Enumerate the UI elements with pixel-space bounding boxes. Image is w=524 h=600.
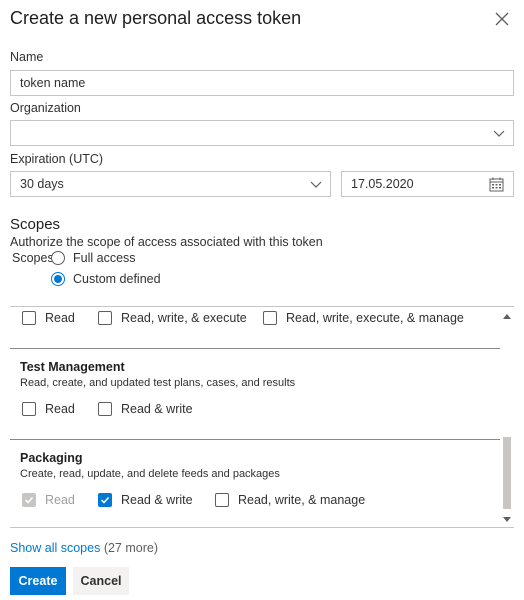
checkbox-test-management-read-write[interactable]: Read & write [98,402,193,416]
radio-full-access[interactable]: Full access [51,251,136,265]
scopes-heading: Scopes [10,216,61,233]
dialog-title: Create a new personal access token [10,8,302,28]
checkbox-packaging-read: Read [22,493,75,507]
create-button[interactable]: Create [10,567,66,595]
section-divider [10,348,500,349]
radio-custom-defined-circle[interactable] [51,272,65,286]
checkbox-box[interactable] [263,311,277,325]
checkbox-box-checked[interactable] [98,493,112,507]
checkmark-icon [100,496,110,504]
scopes-radio-label: Scopes [12,251,54,265]
section-title-test-management: Test Management [20,360,125,374]
section-title-packaging: Packaging [20,451,83,465]
show-all-scopes-link[interactable]: Show all scopes (27 more) [10,541,158,555]
checkbox-section0-read-write-execute-manage[interactable]: Read, write, execute, & manage [263,311,464,325]
checkbox-box-disabled [22,493,36,507]
radio-custom-defined-label: Custom defined [73,272,161,286]
checkbox-section0-read[interactable]: Read [22,311,75,325]
organization-dropdown[interactable] [10,120,514,146]
checkbox-label: Read [45,402,75,416]
name-input-value: token name [20,76,86,90]
radio-full-access-circle[interactable] [51,251,65,265]
scopes-description: Authorize the scope of access associated… [10,235,323,249]
chevron-down-icon [493,130,505,137]
checkbox-packaging-read-write[interactable]: Read & write [98,493,193,507]
name-label: Name [10,50,44,64]
scrollbar[interactable] [500,307,514,527]
scroll-up-arrow-icon[interactable] [503,313,511,319]
checkbox-label: Read & write [121,493,193,507]
expiration-preset-dropdown[interactable]: 30 days [10,171,331,197]
checkbox-label: Read, write, & manage [238,493,366,507]
radio-full-access-label: Full access [73,251,136,265]
expiration-date-picker[interactable]: 17.05.2020 [341,171,514,197]
section-description-packaging: Create, read, update, and delete feeds a… [20,468,280,480]
scroll-down-arrow-icon[interactable] [503,517,511,523]
show-all-scopes-text[interactable]: Show all scopes [10,541,100,555]
section-divider [10,439,500,440]
expiration-preset-value: 30 days [20,177,64,191]
checkbox-test-management-read[interactable]: Read [22,402,75,416]
checkbox-box[interactable] [22,402,36,416]
radio-custom-defined[interactable]: Custom defined [51,272,161,286]
checkmark-icon [24,496,34,504]
checkbox-label: Read [45,311,75,325]
checkbox-box[interactable] [215,493,229,507]
expiration-date-value: 17.05.2020 [351,177,414,191]
chevron-down-icon [310,181,322,188]
checkbox-box[interactable] [98,402,112,416]
name-input[interactable]: token name [10,70,514,96]
checkbox-label: Read, write, execute, & manage [286,311,464,325]
calendar-icon[interactable] [489,177,504,192]
checkbox-label: Read [45,493,75,507]
close-button[interactable] [492,9,512,29]
show-all-scopes-count: (27 more) [103,541,158,555]
checkbox-box[interactable] [98,311,112,325]
checkbox-packaging-read-write-manage[interactable]: Read, write, & manage [215,493,365,507]
scopes-list-panel[interactable]: Read Read, write, & execute Read, write,… [10,306,514,528]
checkbox-label: Read & write [121,402,193,416]
organization-label: Organization [10,101,81,115]
cancel-button[interactable]: Cancel [73,567,129,595]
checkbox-box[interactable] [22,311,36,325]
scrollbar-thumb[interactable] [503,437,511,509]
section-description-test-management: Read, create, and updated test plans, ca… [20,377,296,389]
expiration-label: Expiration (UTC) [10,152,104,166]
checkbox-section0-read-write-execute[interactable]: Read, write, & execute [98,311,247,325]
checkbox-label: Read, write, & execute [121,311,247,325]
close-icon [495,12,509,26]
